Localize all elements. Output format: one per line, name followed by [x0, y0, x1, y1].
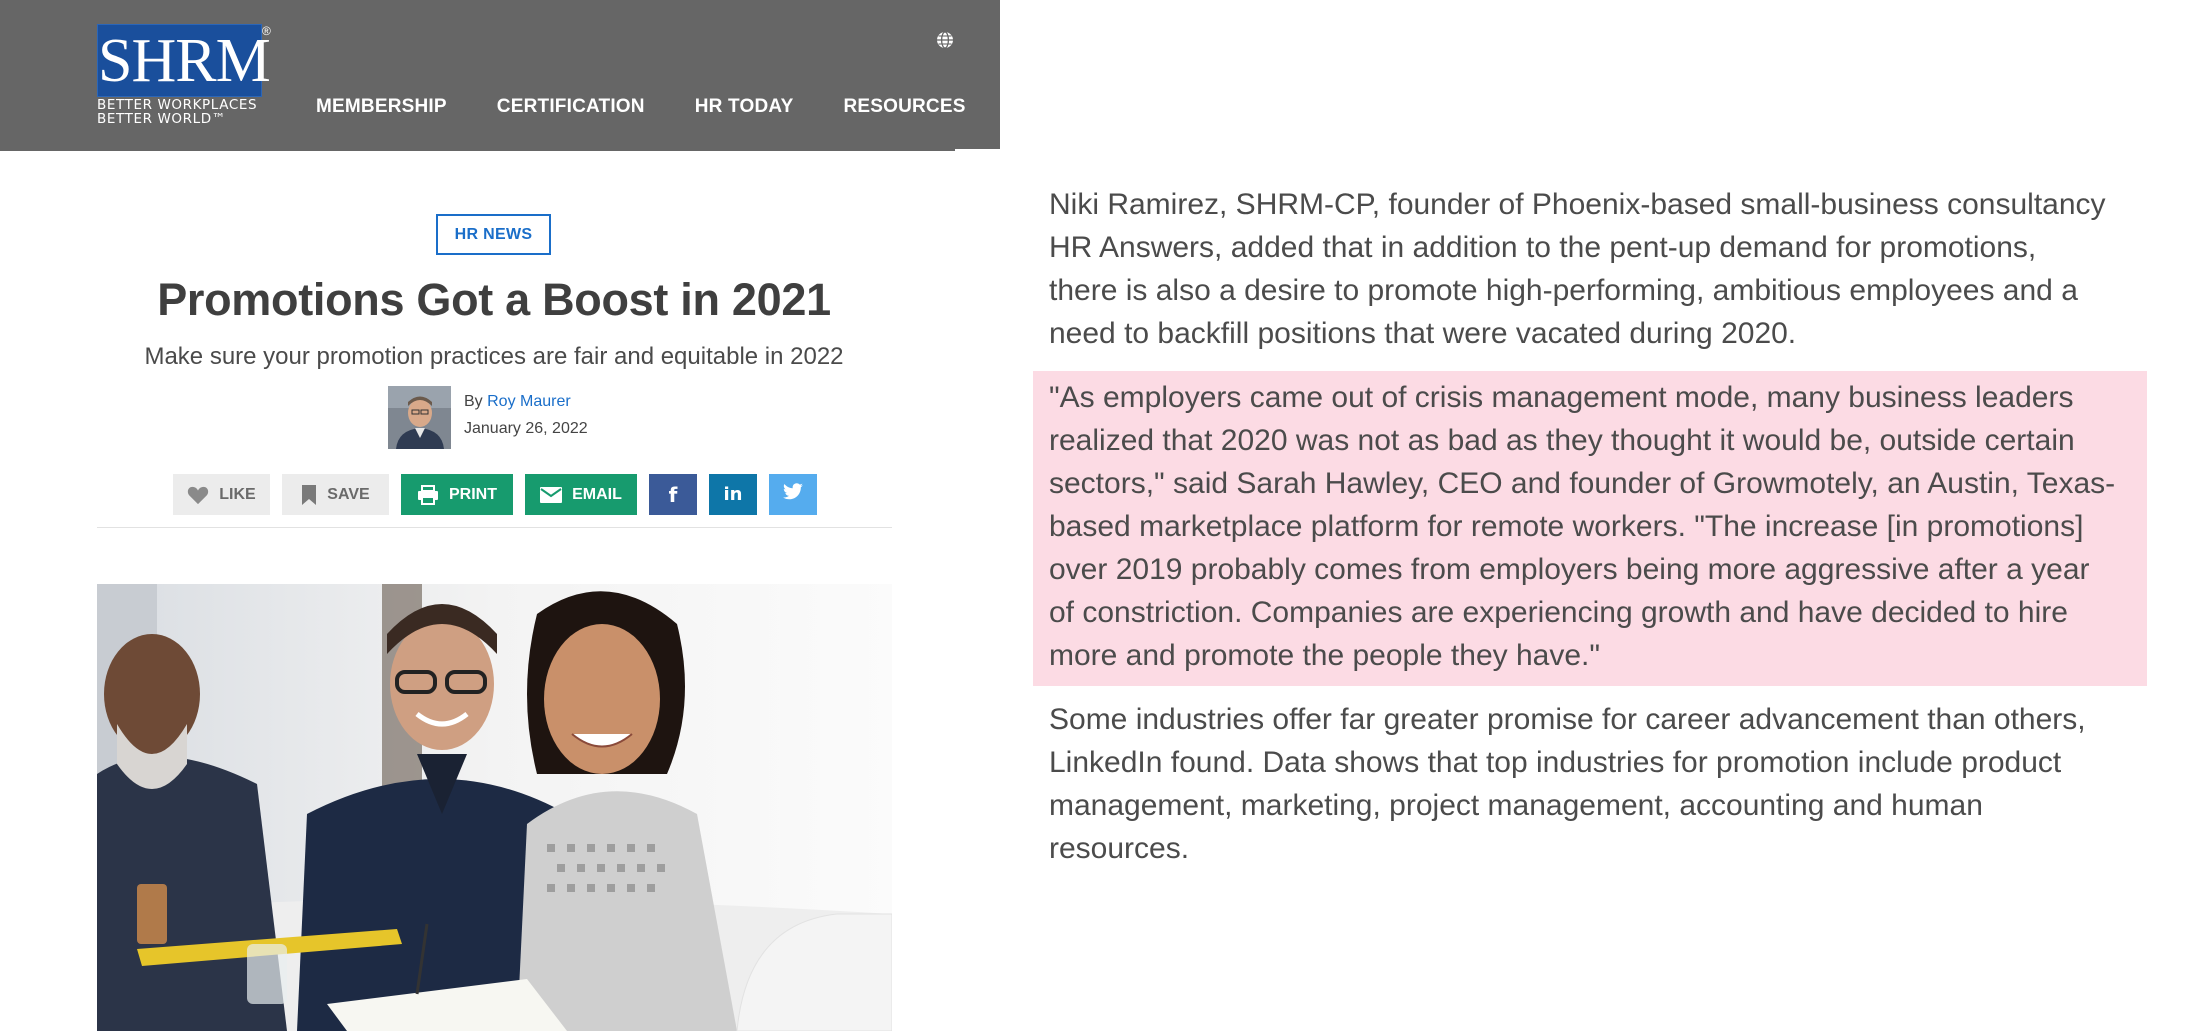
logo-box: SHRM: [97, 24, 271, 97]
author-link[interactable]: Roy Maurer: [487, 393, 571, 410]
paragraph-line: based marketplace platform for remote wo…: [1049, 510, 2084, 543]
twitter-share-button[interactable]: [769, 474, 817, 515]
paragraph-line: there is also a desire to promote high-p…: [1049, 274, 2078, 307]
bookmark-icon: [301, 484, 317, 506]
paragraph-line: management, marketing, project managemen…: [1049, 789, 1983, 822]
site-header: SHRM ® BETTER WORKPLACES BETTER WORLD™ M…: [0, 0, 1000, 151]
logo-tagline-line-1: BETTER WORKPLACES: [97, 97, 258, 113]
nav-certification[interactable]: CERTIFICATION: [497, 96, 645, 120]
byline-prefix: By: [464, 393, 483, 410]
byline: By Roy Maurer: [464, 393, 571, 411]
nav-active-underline: [955, 149, 1000, 151]
logo-tagline-line-2: BETTER WORLD™: [97, 111, 226, 127]
paragraph-line: HR Answers, added that in addition to th…: [1049, 231, 2037, 264]
shrm-logo[interactable]: SHRM ® BETTER WORKPLACES BETTER WORLD™: [97, 24, 277, 128]
paragraph-line: resources.: [1049, 832, 1190, 865]
meeting-photo: [97, 584, 892, 1031]
article-screenshot-panel: SHRM ® BETTER WORKPLACES BETTER WORLD™ M…: [0, 0, 1000, 1035]
print-label: PRINT: [449, 485, 497, 503]
category-tag[interactable]: HR NEWS: [436, 214, 551, 255]
paragraph-line: sectors," said Sarah Hawley, CEO and fou…: [1049, 467, 2116, 500]
paragraph-line: LinkedIn found. Data shows that top indu…: [1049, 746, 2062, 779]
actions-divider: [97, 527, 892, 528]
nav-hr-today[interactable]: HR TODAY: [695, 96, 794, 120]
email-button[interactable]: EMAIL: [525, 474, 637, 515]
printer-icon: [417, 484, 439, 505]
like-button[interactable]: LIKE: [173, 474, 270, 515]
article-excerpt-panel: Niki Ramirez, SHRM-CP, founder of Phoeni…: [1000, 0, 2190, 1035]
envelope-icon: [540, 486, 563, 503]
heart-icon: [187, 485, 209, 505]
article-hero-image: [97, 584, 892, 1031]
main-nav: MEMBERSHIP CERTIFICATION HR TODAY RESOUR…: [316, 96, 966, 120]
print-button[interactable]: PRINT: [401, 474, 513, 515]
paragraph-line: realized that 2020 was not as bad as the…: [1049, 424, 2075, 457]
facebook-share-button[interactable]: f: [649, 474, 697, 515]
linkedin-icon: in: [723, 484, 743, 505]
logo-letters: SHRM: [98, 27, 271, 95]
linkedin-share-button[interactable]: in: [709, 474, 757, 515]
excerpt-paragraph-3: Some industries offer far greater promis…: [1049, 698, 2159, 870]
nav-membership[interactable]: MEMBERSHIP: [316, 96, 447, 120]
logo-registered-mark: ®: [262, 24, 271, 38]
article-title: Promotions Got a Boost in 2021: [157, 274, 831, 325]
paragraph-line: of constriction. Companies are experienc…: [1049, 596, 2068, 629]
globe-icon[interactable]: [935, 30, 955, 50]
article-subtitle: Make sure your promotion practices are f…: [144, 343, 844, 370]
author-avatar-image: [388, 386, 451, 449]
author-avatar[interactable]: [388, 386, 451, 449]
nav-resources[interactable]: RESOURCES: [843, 96, 965, 120]
paragraph-line: need to backfill positions that were vac…: [1049, 317, 1797, 350]
paragraph-line: Niki Ramirez, SHRM-CP, founder of Phoeni…: [1049, 188, 2106, 221]
paragraph-line: over 2019 probably comes from employers …: [1049, 553, 2090, 586]
publish-date: January 26, 2022: [464, 420, 588, 437]
like-label: LIKE: [219, 485, 256, 503]
excerpt-paragraph-1: Niki Ramirez, SHRM-CP, founder of Phoeni…: [1049, 183, 2159, 355]
save-label: SAVE: [327, 485, 370, 503]
facebook-icon: f: [668, 482, 678, 507]
save-button[interactable]: SAVE: [282, 474, 389, 515]
paragraph-line: "As employers came out of crisis managem…: [1049, 381, 2074, 414]
email-label: EMAIL: [572, 485, 622, 503]
twitter-icon: [782, 483, 804, 506]
logo-tagline: BETTER WORKPLACES BETTER WORLD™: [97, 98, 277, 126]
article-actions: LIKE SAVE PRINT EMAIL f in: [173, 474, 817, 515]
paragraph-line: Some industries offer far greater promis…: [1049, 703, 2086, 736]
highlighted-quote-paragraph: "As employers came out of crisis managem…: [1049, 376, 2159, 677]
paragraph-line: more and promote the people they have.": [1049, 639, 1601, 672]
